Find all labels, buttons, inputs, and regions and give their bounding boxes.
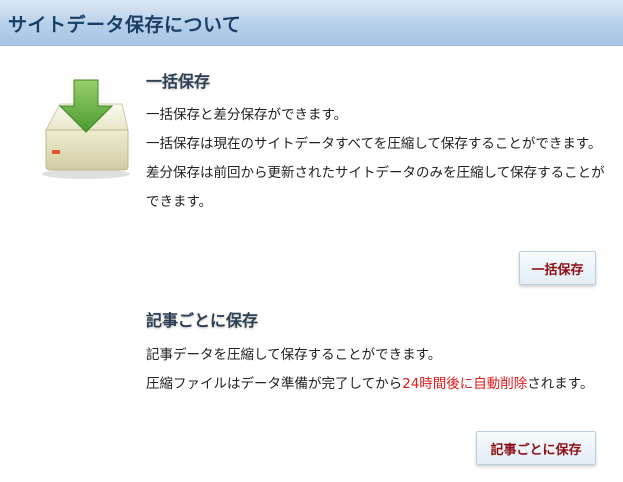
per-article-line-text: 圧縮ファイルはデータ準備が完了してから [146, 376, 403, 392]
page-title: サイトデータ保存について [8, 14, 242, 36]
per-article-save-heading: 記事ごとに保存 [146, 311, 259, 330]
hard-drive-download-icon [42, 79, 130, 179]
bulk-save-line: 差分保存は前回から更新されたサイトデータのみを圧縮して保存することができます。 [146, 165, 605, 210]
per-article-line: 記事データを圧縮して保存することができます。 [146, 347, 442, 363]
per-article-save-description: 記事データを圧縮して保存することができます。 圧縮ファイルはデータ準備が完了して… [146, 341, 606, 399]
page-header: サイトデータ保存について [0, 0, 623, 46]
bulk-save-heading: 一括保存 [146, 72, 211, 91]
per-article-line: 圧縮ファイルはデータ準備が完了してから24時間後に自動削除されます。 [146, 370, 606, 399]
per-article-line-text: されます。 [527, 376, 594, 392]
auto-delete-notice: 24時間後に自動削除 [402, 376, 528, 392]
bulk-save-line: 一括保存と差分保存ができます。 [146, 107, 348, 123]
per-article-save-button[interactable]: 記事ごとに保存 [476, 431, 596, 465]
bulk-save-line: 一括保存は現在のサイトデータすべてを圧縮して保存することができます。 [146, 136, 602, 152]
bulk-save-button[interactable]: 一括保存 [519, 251, 596, 285]
bulk-save-description: 一括保存と差分保存ができます。 一括保存は現在のサイトデータすべてを圧縮して保存… [146, 101, 606, 217]
